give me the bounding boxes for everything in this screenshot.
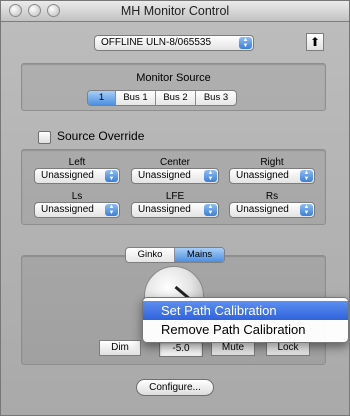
channel-label-rs: Rs: [265, 191, 279, 202]
mh-monitor-control-window: MH Monitor Control OFFLINE ULN-8/065535 …: [0, 0, 350, 416]
source-override-label: Source Override: [57, 129, 145, 143]
popup-arrows-icon: ▲ ▼: [300, 170, 313, 182]
channel-select-center[interactable]: Unassigned ▲ ▼: [131, 168, 219, 184]
device-select[interactable]: OFFLINE ULN-8/065535 ▲ ▼: [94, 35, 254, 51]
dim-button[interactable]: Dim: [99, 340, 141, 356]
channel-select-ls-value: Unassigned: [41, 204, 94, 215]
source-option-bus-1[interactable]: Bus 1: [115, 91, 155, 105]
path-calibration-context-menu: Set Path Calibration Remove Path Calibra…: [142, 297, 349, 343]
channel-select-center-value: Unassigned: [138, 170, 191, 181]
channel-label-ls: Ls: [71, 191, 83, 202]
popup-arrows-icon: ▲ ▼: [204, 204, 217, 216]
source-option-1[interactable]: 1: [88, 91, 115, 105]
window-title: MH Monitor Control: [120, 4, 230, 18]
channel-select-rs[interactable]: Unassigned ▲ ▼: [229, 202, 315, 218]
output-tabs[interactable]: Ginko Mains: [125, 247, 225, 263]
channel-select-right-value: Unassigned: [236, 170, 289, 181]
channel-label-left: Left: [68, 157, 86, 168]
menu-item-set-path-calibration[interactable]: Set Path Calibration: [143, 301, 348, 320]
upload-button[interactable]: ⬆: [306, 33, 324, 51]
channel-select-rs-value: Unassigned: [236, 204, 289, 215]
channel-select-lfe-value: Unassigned: [138, 204, 191, 215]
source-override-checkbox[interactable]: [38, 131, 51, 144]
level-readout: -5.0: [159, 341, 203, 357]
popup-arrows-icon: ▲ ▼: [105, 170, 118, 182]
titlebar: MH Monitor Control: [1, 1, 349, 22]
channel-select-right[interactable]: Unassigned ▲ ▼: [229, 168, 315, 184]
configure-button[interactable]: Configure...: [136, 379, 214, 396]
menu-item-remove-path-calibration[interactable]: Remove Path Calibration: [143, 320, 348, 339]
popup-arrows-icon: ▲ ▼: [300, 204, 313, 216]
up-arrow-icon: ⬆: [309, 35, 321, 49]
channel-select-left-value: Unassigned: [41, 170, 94, 181]
channel-select-left[interactable]: Unassigned ▲ ▼: [34, 168, 120, 184]
popup-arrows-icon: ▲ ▼: [204, 170, 217, 182]
popup-arrows-icon: ▲ ▼: [239, 37, 252, 49]
monitor-source-segmented-control[interactable]: 1 Bus 1 Bus 2 Bus 3: [87, 90, 237, 106]
channel-label-lfe: LFE: [165, 191, 185, 202]
monitor-source-label: Monitor Source: [136, 72, 211, 84]
popup-arrows-icon: ▲ ▼: [105, 204, 118, 216]
device-select-value: OFFLINE ULN-8/065535: [101, 37, 212, 48]
tab-mains[interactable]: Mains: [174, 248, 224, 262]
source-option-bus-2[interactable]: Bus 2: [155, 91, 195, 105]
channel-label-center: Center: [159, 157, 190, 168]
source-option-bus-3[interactable]: Bus 3: [195, 91, 236, 105]
channel-select-lfe[interactable]: Unassigned ▲ ▼: [131, 202, 219, 218]
tab-ginko[interactable]: Ginko: [126, 248, 174, 262]
channel-label-right: Right: [260, 157, 284, 168]
channel-select-ls[interactable]: Unassigned ▲ ▼: [34, 202, 120, 218]
